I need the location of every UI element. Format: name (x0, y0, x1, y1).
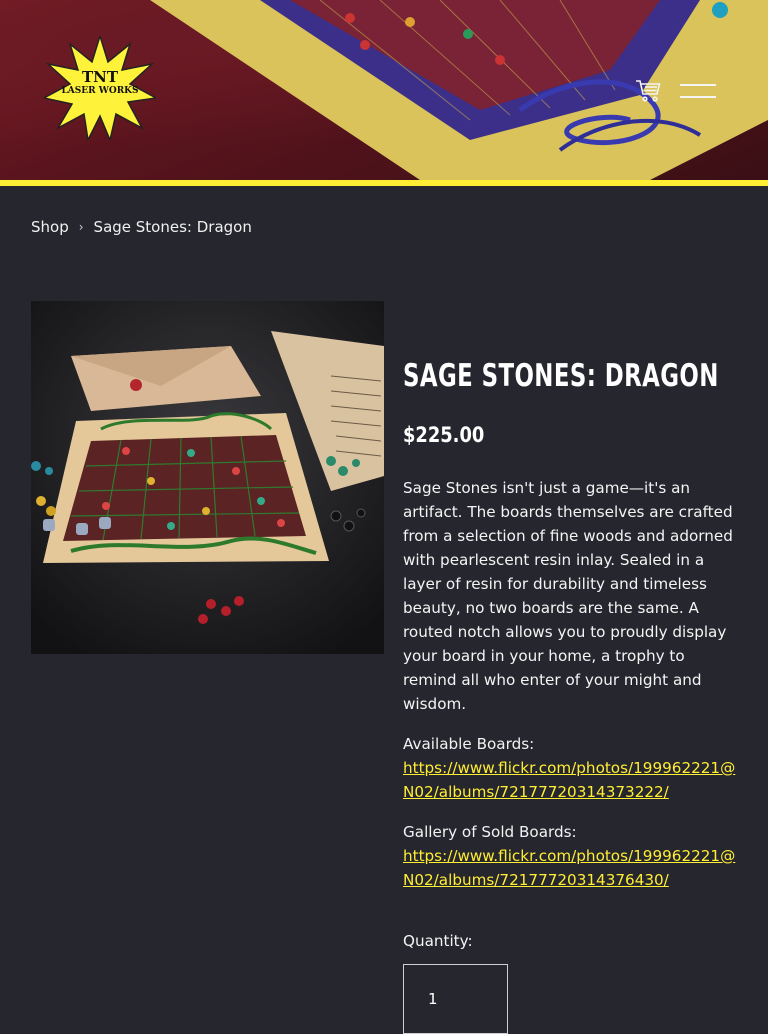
breadcrumb: Shop › Sage Stones: Dragon (31, 218, 252, 236)
sold-boards-link[interactable]: https://www.flickr.com/photos/199962221@… (403, 847, 735, 889)
product-description: Sage Stones isn't just a game—it's an ar… (403, 479, 733, 713)
sold-boards-block: Gallery of Sold Boards: https://www.flic… (403, 820, 743, 892)
hamburger-menu-icon[interactable] (680, 82, 716, 100)
product-image[interactable] (31, 301, 384, 654)
available-boards-block: Available Boards: https://www.flickr.com… (403, 732, 743, 804)
available-boards-label: Available Boards: (403, 735, 535, 753)
site-header: TNT LASER WORKS (0, 0, 768, 180)
logo-line-1: TNT (81, 68, 119, 86)
quantity-label: Quantity: (403, 932, 473, 950)
product-price: $225.00 (403, 423, 485, 447)
sold-boards-label: Gallery of Sold Boards: (403, 823, 577, 841)
available-boards-link[interactable]: https://www.flickr.com/photos/199962221@… (403, 759, 735, 801)
product-title: Sage Stones: Dragon (403, 358, 719, 394)
tnt-laser-works-logo[interactable]: TNT LASER WORKS (41, 33, 159, 143)
header-accent-divider (0, 180, 768, 186)
cart-icon[interactable] (634, 76, 662, 104)
breadcrumb-current: Sage Stones: Dragon (93, 218, 252, 236)
logo-line-2: LASER WORKS (61, 86, 139, 96)
breadcrumb-shop-link[interactable]: Shop (31, 218, 69, 236)
chevron-right-icon: › (78, 220, 84, 234)
logo-text: TNT LASER WORKS (44, 70, 156, 98)
